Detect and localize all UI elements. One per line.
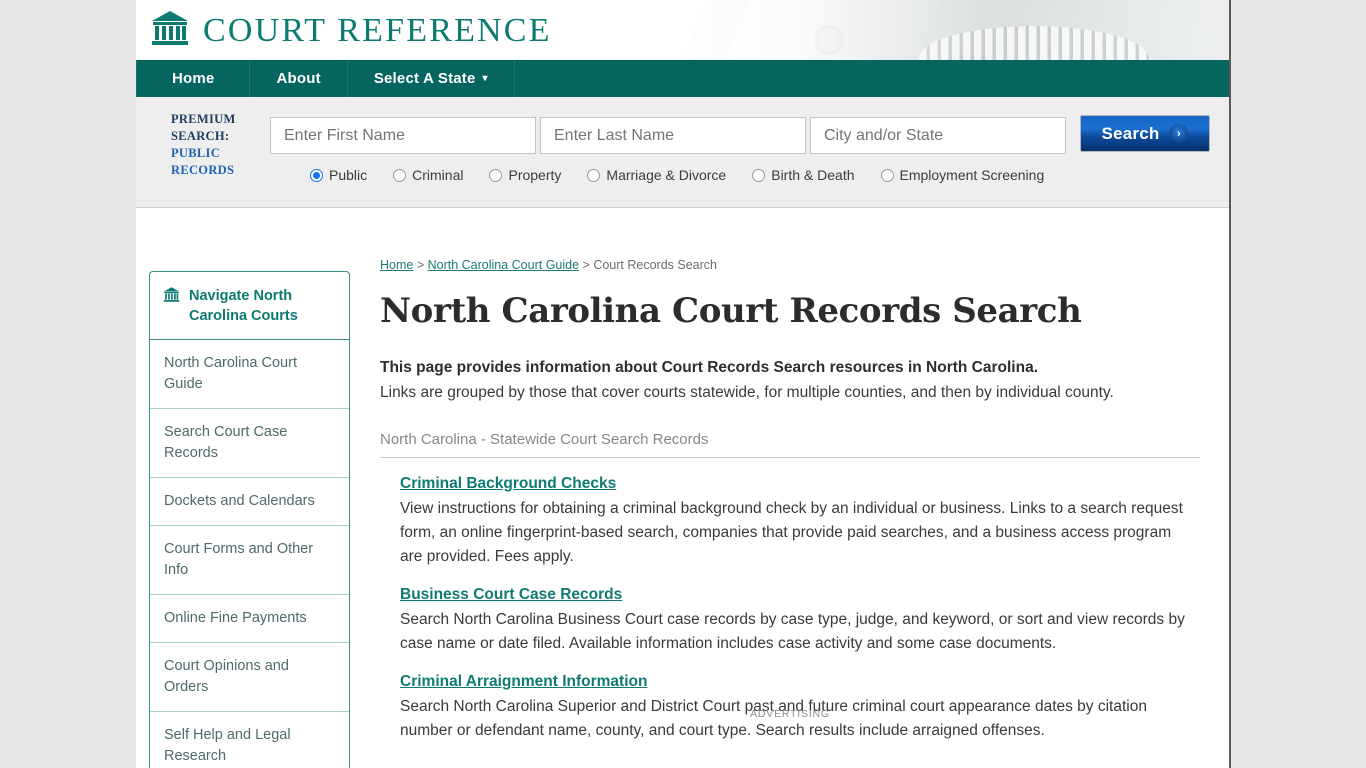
sidebar-item-dockets-and-calendars[interactable]: Dockets and Calendars (150, 478, 349, 526)
sidebar-navigate-courts: Navigate North Carolina Courts North Car… (149, 271, 350, 768)
radio-dot-birth-death (752, 168, 766, 182)
sidebar-item-court-forms[interactable]: Court Forms and Other Info (150, 526, 349, 595)
radio-option-property[interactable]: Property (489, 167, 561, 183)
site-logo[interactable]: COURT REFERENCE (150, 9, 552, 52)
nav-item-home[interactable]: Home (136, 60, 251, 97)
page-root: COURT REFERENCE Home About Select A Stat… (0, 0, 1366, 768)
city-state-input[interactable] (810, 117, 1066, 154)
intro-bold-text: This page provides information about Cou… (380, 359, 1039, 376)
breadcrumb-link-home[interactable]: Home (380, 258, 413, 272)
sidebar-item-search-court-case-records[interactable]: Search Court Case Records (150, 409, 349, 478)
radio-option-criminal[interactable]: Criminal (393, 167, 463, 183)
breadcrumb-separator-1: > (413, 258, 428, 272)
radio-label-public: Public (329, 167, 368, 183)
nav-item-select-a-state[interactable]: Select A State ▾ (348, 60, 515, 97)
section-heading-statewide: North Carolina - Statewide Court Search … (380, 431, 1200, 458)
link-business-court-case-records[interactable]: Business Court Case Records (400, 586, 622, 603)
link-block-business-court-case-records: Business Court Case Records Search North… (380, 586, 1200, 656)
premium-search-label: PREMIUM SEARCH: PUBLIC RECORDS (171, 111, 281, 179)
premium-search-label-dark: PREMIUM SEARCH: (171, 112, 236, 143)
radio-label-marriage-divorce: Marriage & Divorce (606, 167, 727, 183)
radio-option-public[interactable]: Public (310, 167, 367, 183)
sidebar-item-self-help-legal-research[interactable]: Self Help and Legal Research (150, 712, 349, 768)
link-description-business-court-case-records: Search North Carolina Business Court cas… (400, 611, 1185, 652)
chevron-right-icon: › (1169, 124, 1189, 143)
page-title: North Carolina Court Records Search (380, 291, 1082, 331)
radio-label-criminal: Criminal (412, 167, 464, 183)
courthouse-icon (150, 9, 190, 52)
site-container: COURT REFERENCE Home About Select A Stat… (136, 0, 1231, 768)
radio-dot-marriage-divorce (587, 168, 601, 182)
breadcrumb-current: Court Records Search (593, 258, 717, 272)
sidebar-item-online-fine-payments[interactable]: Online Fine Payments (150, 595, 349, 643)
advertising-label: ADVERTISING (750, 708, 830, 720)
main-content: Home > North Carolina Court Guide > Cour… (380, 208, 1200, 743)
radio-label-birth-death: Birth & Death (771, 167, 855, 183)
nav-item-select-a-state-label: Select A State (373, 70, 476, 87)
premium-search-bar: PREMIUM SEARCH: PUBLIC RECORDS Search › … (136, 97, 1229, 208)
sidebar-item-court-opinions-and-orders[interactable]: Court Opinions and Orders (150, 643, 349, 712)
sidebar-heading: Navigate North Carolina Courts (150, 272, 349, 340)
link-block-criminal-background-checks: Criminal Background Checks View instruct… (380, 475, 1200, 569)
link-description-criminal-background-checks: View instructions for obtaining a crimin… (400, 500, 1183, 565)
sidebar-item-court-guide[interactable]: North Carolina Court Guide (150, 340, 349, 409)
breadcrumb-separator-2: > (579, 258, 594, 272)
radio-option-employment-screening[interactable]: Employment Screening (880, 167, 1045, 183)
breadcrumb: Home > North Carolina Court Guide > Cour… (380, 208, 1200, 272)
radio-label-employment-screening: Employment Screening (899, 167, 1045, 183)
radio-dot-employment-screening (880, 168, 894, 182)
link-criminal-arraignment-information[interactable]: Criminal Arraignment Information (400, 673, 647, 690)
nav-item-about-label: About (276, 70, 321, 87)
masthead: COURT REFERENCE (136, 0, 1229, 60)
last-name-input[interactable] (540, 117, 806, 154)
search-button-label: Search (1101, 123, 1160, 143)
radio-dot-criminal (393, 168, 407, 182)
main-navigation: Home About Select A State ▾ (136, 60, 1229, 97)
first-name-input[interactable] (270, 117, 536, 154)
nav-item-about[interactable]: About (250, 60, 348, 97)
radio-dot-property (489, 168, 503, 182)
radio-label-property: Property (508, 167, 562, 183)
sidebar-heading-label: Navigate North Carolina Courts (189, 288, 298, 324)
page-body: Navigate North Carolina Courts North Car… (136, 208, 1229, 768)
chevron-down-icon: ▾ (482, 73, 488, 84)
courthouse-icon (163, 286, 180, 308)
search-type-radio-group: Public Criminal Property Marriage & Divo… (310, 167, 1070, 183)
intro-sub-text: Links are grouped by those that cover co… (380, 384, 1114, 401)
masthead-photo-fade (659, 0, 979, 60)
nav-item-home-label: Home (172, 70, 215, 87)
link-criminal-background-checks[interactable]: Criminal Background Checks (400, 475, 616, 492)
premium-search-label-blue: PUBLIC RECORDS (171, 146, 235, 177)
radio-option-marriage-divorce[interactable]: Marriage & Divorce (587, 167, 726, 183)
breadcrumb-link-court-guide[interactable]: North Carolina Court Guide (428, 258, 579, 272)
search-button[interactable]: Search › (1080, 115, 1210, 152)
radio-dot-public (310, 168, 323, 182)
site-title: COURT REFERENCE (203, 11, 552, 49)
radio-option-birth-death[interactable]: Birth & Death (752, 167, 855, 183)
